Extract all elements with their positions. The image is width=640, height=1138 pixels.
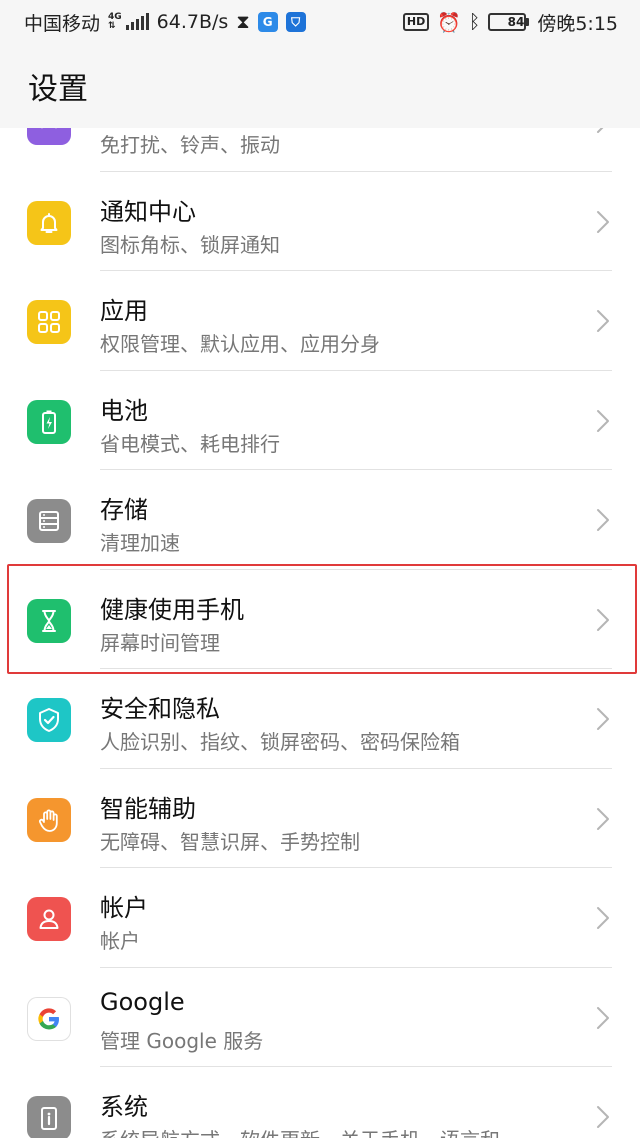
chevron-right-icon (597, 1006, 609, 1029)
hourglass-status-icon: ⧗ (236, 11, 250, 33)
chevron-right-icon (597, 1106, 609, 1128)
settings-row-subtitle: 系统导航方式、软件更新、关于手机、语言和 (100, 1124, 500, 1138)
settings-row-2[interactable]: 应用权限管理、默认应用、应用分身 (0, 271, 640, 371)
settings-row-label: 系统 (100, 1093, 148, 1121)
apps-grid-icon (27, 300, 71, 344)
settings-row-subtitle: 免打扰、铃声、振动 (100, 133, 280, 157)
settings-row-subtitle: 权限管理、默认应用、应用分身 (100, 332, 380, 356)
chevron-right-icon (597, 907, 609, 929)
settings-row-4[interactable]: 存储 清理加速 (0, 470, 640, 570)
title-bar: 设置 (0, 44, 640, 128)
hd-icon: HD (402, 13, 430, 31)
signal-icon (125, 13, 149, 30)
shield-status-icon: ⛉ (285, 12, 306, 32)
carrier-name: 中国移动 (24, 12, 101, 35)
chevron-right-icon (597, 210, 609, 233)
settings-row-7[interactable]: 智能辅助无障碍、智慧识屏、手势控制 (0, 769, 640, 868)
shield-icon (27, 698, 71, 742)
system-info-icon (27, 1096, 71, 1138)
network-type: 4G ⇅ (108, 12, 122, 31)
network-speed: 64.7B/s (156, 11, 229, 33)
chevron-right-icon (597, 409, 609, 432)
settings-row-label: 存储 (100, 496, 148, 524)
clock: 傍晚5:15 (537, 12, 618, 35)
app-notification-icon: G (257, 12, 278, 32)
settings-row-subtitle: 清理加速 (100, 531, 180, 555)
settings-row-label: 帐户 (100, 894, 148, 922)
settings-row-6[interactable]: 安全和隐私人脸识别、指纹、锁屏密码、密码保险箱 (0, 669, 640, 769)
settings-row-subtitle: 管理 Google 服务 (100, 1028, 264, 1053)
status-bar: 中国移动 4G ⇅ 64.7B/s ⧗ G ⛉ HD ⏰ ᛒ 84 傍晚5:15 (0, 0, 640, 44)
settings-row-label: 安全和隐私 (100, 695, 220, 723)
bluetooth-icon: ᛒ (468, 11, 481, 33)
settings-row-subtitle: 人脸识别、指纹、锁屏密码、密码保险箱 (100, 730, 460, 754)
settings-row-label: 通知中心 (100, 197, 196, 226)
settings-row-label: 应用 (100, 297, 148, 325)
account-icon (27, 897, 71, 941)
settings-row-subtitle: 帐户 (100, 929, 140, 953)
battery-icon (27, 399, 71, 444)
chevron-right-icon (597, 608, 609, 631)
hourglass-icon (27, 598, 71, 643)
settings-row-1[interactable]: 通知中心图标角标、锁屏通知 (0, 172, 640, 271)
chevron-right-icon (597, 708, 609, 730)
settings-list: 免打扰、铃声、振动通知中心图标角标、锁屏通知 应用权限管理、默认应用、应用分身电池… (0, 72, 640, 1138)
settings-row-5[interactable]: 健康使用手机屏幕时间管理 (0, 570, 640, 669)
settings-row-subtitle: 无障碍、智慧识屏、手势控制 (100, 829, 360, 854)
alarm-icon: ⏰ (437, 11, 461, 34)
settings-row-label: 电池 (100, 396, 148, 425)
settings-row-10[interactable]: 系统系统导航方式、软件更新、关于手机、语言和 (0, 1067, 640, 1138)
settings-row-8[interactable]: 帐户 帐户 (0, 868, 640, 968)
chevron-right-icon (597, 807, 609, 830)
google-icon (27, 996, 71, 1041)
hand-icon (27, 797, 71, 842)
settings-row-label: 智能辅助 (100, 794, 196, 823)
settings-row-subtitle: 屏幕时间管理 (100, 630, 220, 655)
settings-row-label: Google (100, 987, 185, 1016)
bell-icon (27, 200, 71, 245)
page-title: 设置 (28, 72, 88, 107)
storage-icon (27, 499, 71, 543)
battery-status-icon: 84 (488, 13, 530, 31)
settings-row-label: 健康使用手机 (100, 595, 244, 624)
settings-row-subtitle: 省电模式、耗电排行 (100, 431, 280, 456)
chevron-right-icon (597, 509, 609, 531)
settings-row-subtitle: 图标角标、锁屏通知 (100, 232, 280, 257)
settings-row-3[interactable]: 电池省电模式、耗电排行 (0, 371, 640, 470)
settings-row-9[interactable]: Google 管理 Google 服务 (0, 968, 640, 1067)
chevron-right-icon (597, 310, 609, 332)
